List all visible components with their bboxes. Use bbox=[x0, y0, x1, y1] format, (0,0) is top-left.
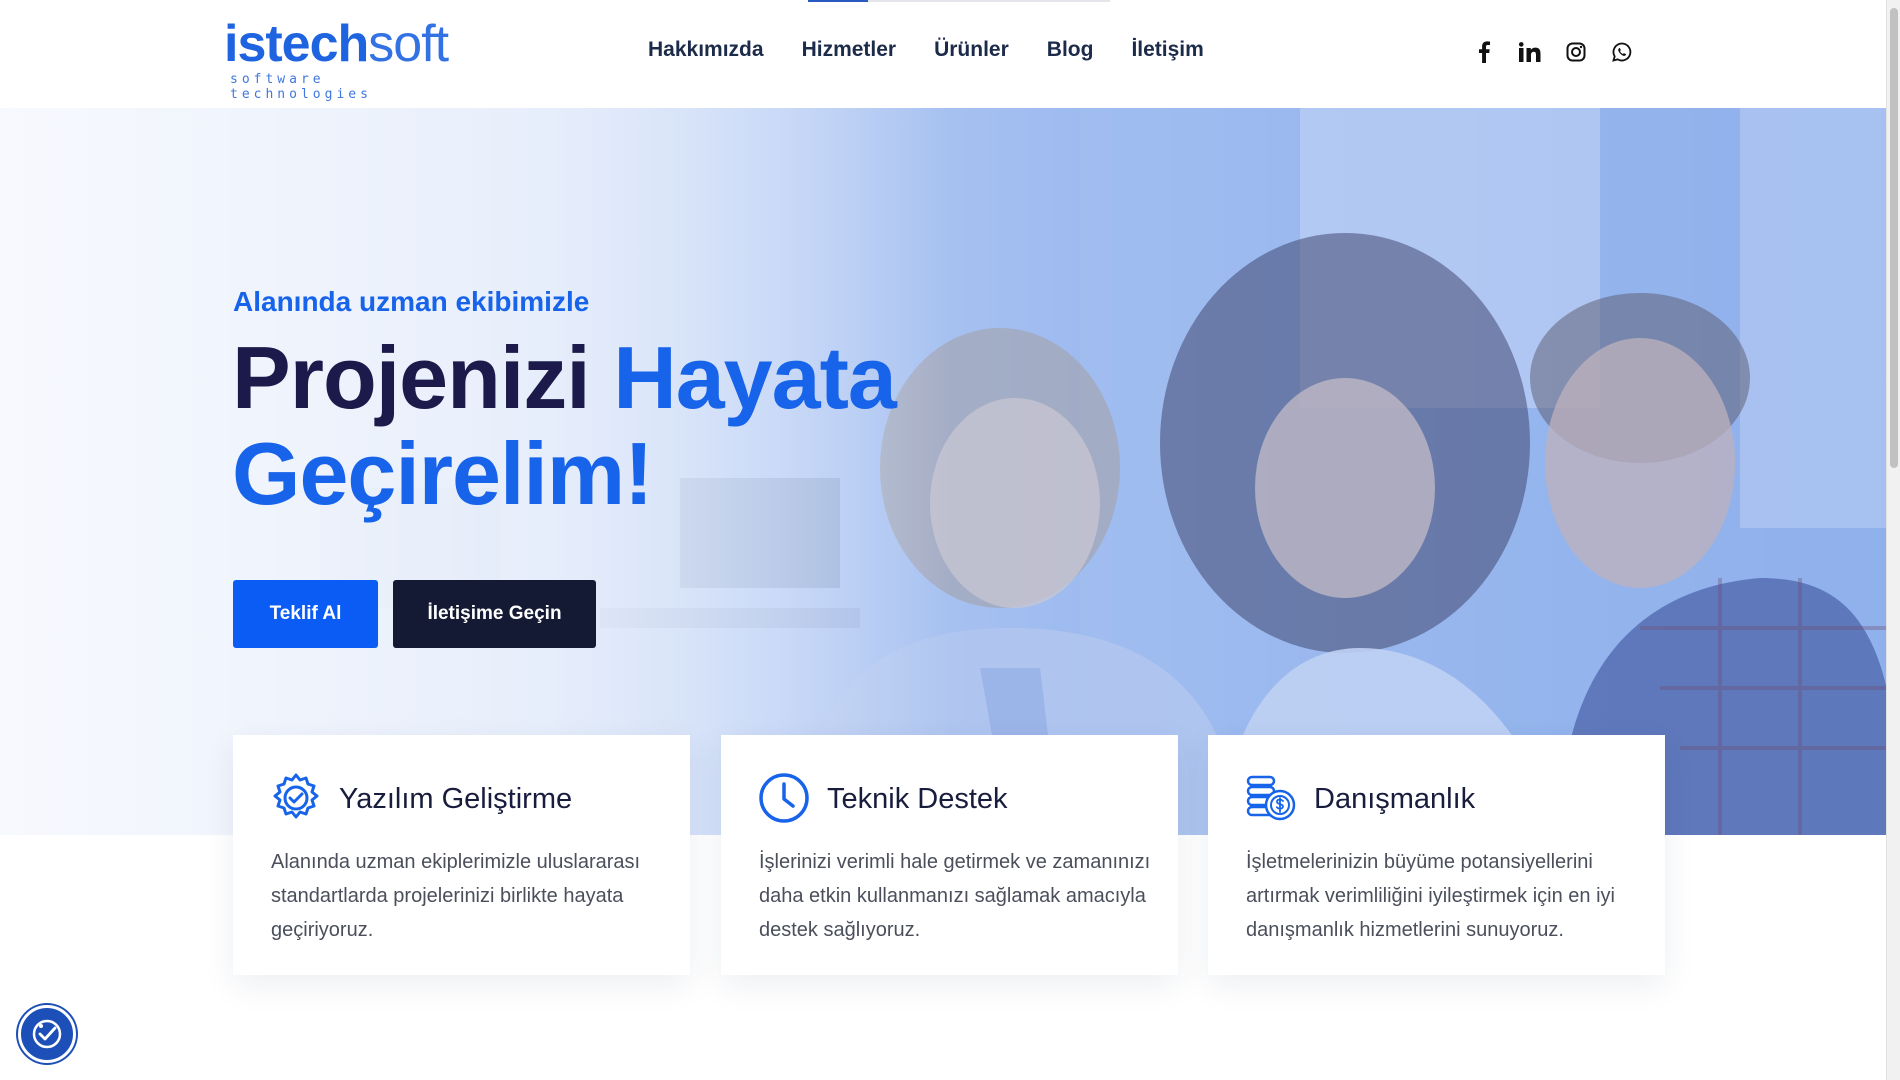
service-card-support[interactable]: Teknik Destek İşlerinizi verimli hale ge… bbox=[721, 735, 1178, 975]
hero-eyebrow: Alanında uzman ekibimizle bbox=[233, 286, 590, 317]
coins-icon bbox=[1244, 771, 1298, 825]
service-card-software[interactable]: Yazılım Geliştirme Alanında uzman ekiple… bbox=[233, 735, 690, 975]
linkedin-icon[interactable] bbox=[1518, 40, 1542, 64]
whatsapp-icon[interactable] bbox=[1610, 40, 1634, 64]
logo-tagline: software technologies bbox=[230, 72, 372, 102]
scrollbar-thumb[interactable] bbox=[1890, 8, 1898, 468]
service-card-consulting[interactable]: Danışmanlık İşletmelerinizin büyüme pota… bbox=[1208, 735, 1665, 975]
card-description: İşlerinizi verimli hale getirmek ve zama… bbox=[759, 851, 1151, 941]
page-progress-active bbox=[808, 0, 868, 2]
page-progress-indicator bbox=[808, 0, 1110, 2]
hero-headline: Projenizi Hayata Geçirelim! bbox=[232, 328, 897, 523]
page-scrollbar[interactable] bbox=[1886, 0, 1900, 1080]
teklif-al-button[interactable]: Teklif Al bbox=[233, 580, 378, 648]
main-nav: Hakkımızda Hizmetler Ürünler Blog İletiş… bbox=[648, 38, 1204, 62]
social-links bbox=[1472, 40, 1634, 64]
clock-icon bbox=[757, 771, 811, 825]
card-title: Danışmanlık bbox=[1314, 783, 1476, 815]
card-title: Teknik Destek bbox=[827, 783, 1008, 815]
gear-check-icon bbox=[269, 771, 323, 825]
site-header: istechsoft software technologies Hakkımı… bbox=[0, 0, 1900, 108]
nav-item-urunler[interactable]: Ürünler bbox=[934, 38, 1009, 62]
nav-item-hizmetler[interactable]: Hizmetler bbox=[802, 38, 897, 62]
accessibility-button[interactable] bbox=[18, 1005, 76, 1063]
site-logo[interactable]: istechsoft software technologies bbox=[224, 14, 470, 102]
logo-wordmark: istechsoft bbox=[224, 15, 449, 73]
instagram-icon[interactable] bbox=[1564, 40, 1588, 64]
card-description: Alanında uzman ekiplerimizle uluslararas… bbox=[271, 851, 641, 941]
nav-item-iletisim[interactable]: İletişim bbox=[1131, 38, 1203, 62]
card-title: Yazılım Geliştirme bbox=[339, 783, 573, 815]
card-description: İşletmelerinizin büyüme potansiyellerini… bbox=[1246, 851, 1615, 941]
accessibility-icon bbox=[32, 1019, 62, 1049]
facebook-icon[interactable] bbox=[1472, 40, 1496, 64]
hero-section: Alanında uzman ekibimizle Projenizi Haya… bbox=[0, 108, 1900, 835]
nav-item-hakkimizda[interactable]: Hakkımızda bbox=[648, 38, 764, 62]
nav-item-blog[interactable]: Blog bbox=[1047, 38, 1094, 62]
contact-button[interactable]: İletişime Geçin bbox=[393, 580, 596, 648]
